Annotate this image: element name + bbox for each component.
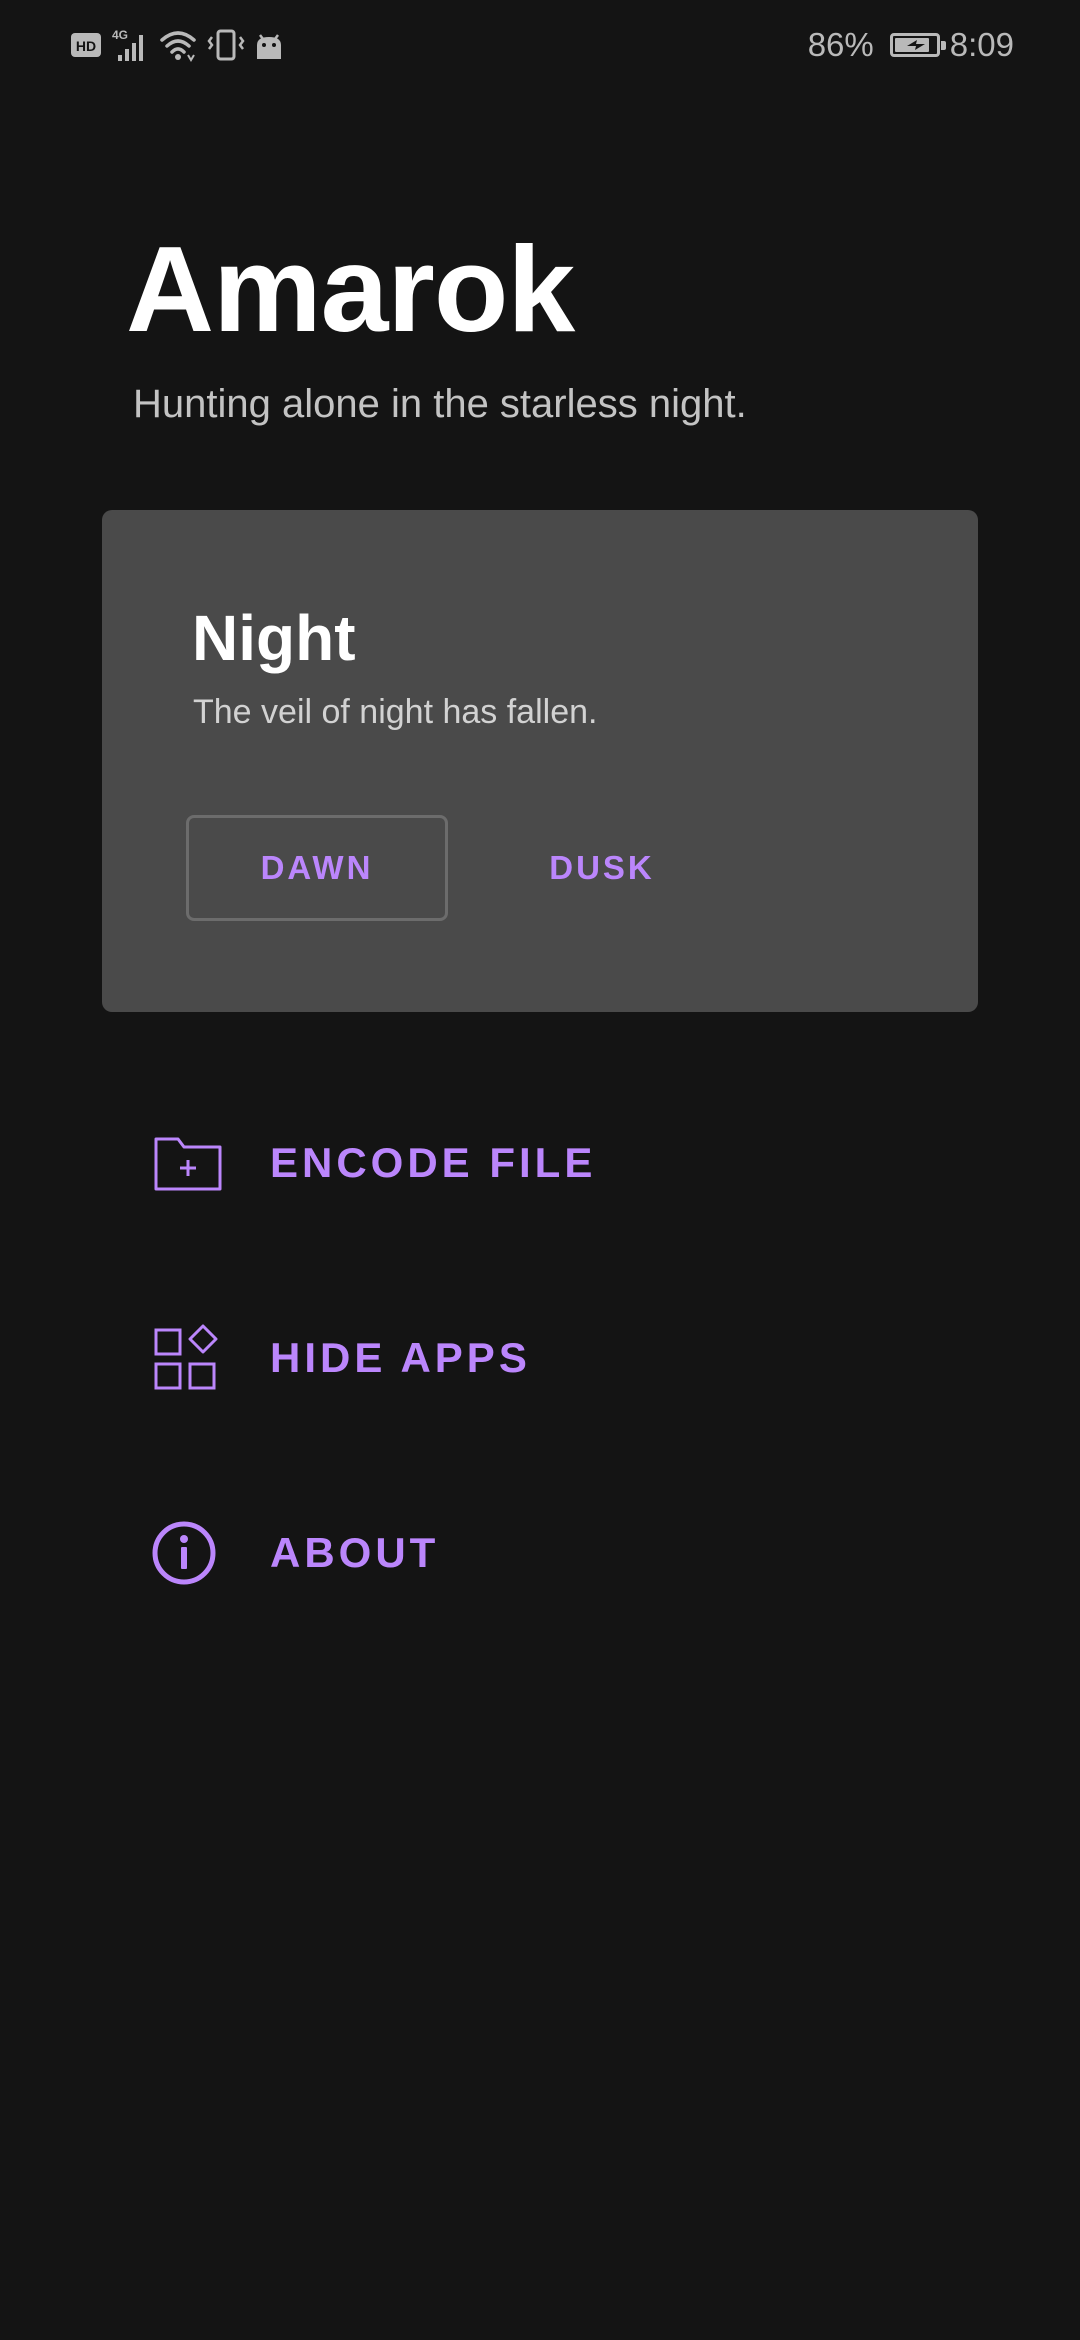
app-subtitle: Hunting alone in the starless night. bbox=[133, 382, 747, 426]
dusk-button[interactable]: DUSK bbox=[482, 815, 722, 921]
info-icon bbox=[120, 1513, 270, 1593]
hd-badge-icon: HD bbox=[70, 31, 102, 59]
signal-icon: 4G bbox=[110, 27, 150, 63]
menu-item-hide-apps[interactable]: HIDE APPS bbox=[120, 1293, 960, 1423]
apps-grid-icon bbox=[120, 1318, 270, 1398]
vibrate-icon bbox=[206, 27, 246, 63]
svg-text:4G: 4G bbox=[112, 28, 128, 42]
dusk-button-label: DUSK bbox=[549, 849, 655, 886]
dawn-button[interactable]: DAWN bbox=[186, 815, 448, 921]
svg-text:HD: HD bbox=[76, 38, 96, 54]
folder-add-icon bbox=[120, 1123, 270, 1203]
wifi-icon bbox=[158, 27, 198, 63]
menu-item-encode-file[interactable]: ENCODE FILE bbox=[120, 1098, 960, 1228]
menu-item-label: HIDE APPS bbox=[270, 1334, 531, 1381]
status-time: 8:09 bbox=[949, 26, 1014, 63]
mode-card: Night The veil of night has fallen. DAWN… bbox=[102, 510, 978, 1012]
mode-title: Night bbox=[192, 602, 356, 674]
battery-icon bbox=[889, 33, 946, 57]
menu-item-label: ENCODE FILE bbox=[270, 1139, 597, 1186]
battery-percent: 86% bbox=[807, 26, 874, 63]
menu-item-about[interactable]: ABOUT bbox=[120, 1488, 960, 1618]
mode-subtitle: The veil of night has fallen. bbox=[193, 693, 598, 731]
status-bar: HD 4G 86% 8:09 bbox=[0, 0, 1080, 90]
status-icons-right: 86% 8:09 bbox=[808, 24, 1014, 66]
menu-item-label: ABOUT bbox=[270, 1529, 440, 1576]
app-title: Amarok bbox=[126, 221, 575, 357]
charging-bolt-icon bbox=[906, 40, 925, 50]
battery-nub bbox=[940, 41, 946, 50]
status-icons-left: HD 4G bbox=[70, 24, 284, 66]
android-icon bbox=[254, 27, 284, 63]
